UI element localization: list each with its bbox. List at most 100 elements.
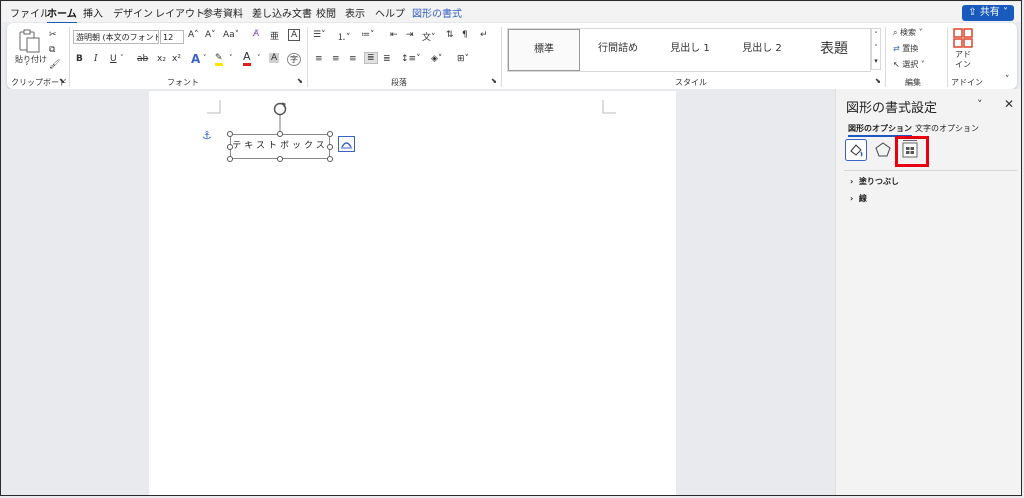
addins-button[interactable]: アド イン xyxy=(955,50,971,70)
font-color-icon[interactable]: A xyxy=(243,51,251,66)
resize-handle[interactable] xyxy=(227,131,233,137)
layout-options-icon[interactable] xyxy=(338,136,356,153)
resize-handle[interactable] xyxy=(227,144,233,150)
line-spacing-icon[interactable]: ↕≡˅ xyxy=(401,54,421,64)
find-button[interactable]: ⌕ 検索 ˅ xyxy=(893,27,923,38)
multilevel-list-icon[interactable]: ≔˅ xyxy=(361,30,375,40)
tab-view[interactable]: 表示 xyxy=(345,5,365,20)
numbering-icon[interactable]: ⒈˅ xyxy=(337,30,351,43)
resize-handle[interactable] xyxy=(327,131,333,137)
cut-icon[interactable]: ✂ xyxy=(49,30,57,40)
change-case-label: Aa xyxy=(223,30,235,40)
chevron-down-icon[interactable]: ˅ xyxy=(203,54,207,62)
clear-formatting-icon[interactable]: A̸ xyxy=(253,29,259,39)
highlight-box xyxy=(895,136,929,167)
superscript-icon[interactable]: x² xyxy=(172,54,181,64)
style-no-spacing[interactable]: 行間詰め xyxy=(582,29,654,71)
character-shading-icon[interactable]: A xyxy=(269,53,280,63)
effects-icon[interactable] xyxy=(875,142,891,158)
align-left-icon[interactable]: ≡ xyxy=(315,54,323,64)
section-fill[interactable]: › 塗りつぶし xyxy=(850,176,899,187)
tab-layout[interactable]: レイアウト xyxy=(155,5,205,20)
highlight-icon[interactable]: ✎ xyxy=(215,53,223,66)
font-name-combo[interactable]: 游明朝 (本文のフォント xyxy=(73,30,159,44)
enclose-characters-icon[interactable]: 字 xyxy=(287,53,301,66)
collapse-ribbon-icon[interactable]: ˅ xyxy=(1005,75,1010,85)
align-right-icon[interactable]: ≡ xyxy=(349,54,357,64)
tab-insert[interactable]: 挿入 xyxy=(83,5,103,20)
align-center-icon[interactable]: ≡ xyxy=(332,54,340,64)
style-heading-2[interactable]: 見出し 2 xyxy=(726,29,798,71)
fill-line-icon[interactable] xyxy=(845,139,867,161)
distributed-icon[interactable]: ≣ xyxy=(383,54,391,64)
tab-help[interactable]: ヘルプ xyxy=(375,5,405,20)
change-case-button[interactable]: Aa˅ xyxy=(223,30,239,40)
shrink-font-icon[interactable]: A˅ xyxy=(205,30,216,40)
select-button[interactable]: ↖ 選択 ˅ xyxy=(893,59,925,70)
divider xyxy=(947,27,948,87)
section-line[interactable]: › 線 xyxy=(850,193,867,204)
resize-handle[interactable] xyxy=(327,156,333,162)
chevron-down-icon: ˅ xyxy=(234,30,240,40)
document-canvas xyxy=(2,89,835,495)
pane-options-chevron-icon[interactable]: ˅ xyxy=(977,98,983,111)
underline-icon[interactable]: U xyxy=(110,54,117,64)
sort-icon[interactable]: ⇅ xyxy=(446,30,454,40)
grow-font-icon[interactable]: A˄ xyxy=(188,30,199,40)
tab-review[interactable]: 校閲 xyxy=(316,5,336,20)
bullets-icon[interactable]: ☰˅ xyxy=(313,30,326,40)
tab-text-options[interactable]: 文字のオプション xyxy=(915,123,979,134)
tab-file[interactable]: ファイル xyxy=(10,5,50,20)
show-hide-icon[interactable]: ¶ xyxy=(462,30,468,40)
tab-references[interactable]: 参考資料 xyxy=(203,5,243,20)
document-page[interactable] xyxy=(149,91,676,495)
resize-handle[interactable] xyxy=(327,144,333,150)
paste-chevron-icon[interactable]: ˅ xyxy=(25,63,29,71)
character-border-icon[interactable]: A xyxy=(288,29,301,41)
clipboard-launcher-icon[interactable]: ⬊ xyxy=(59,77,65,85)
justify-icon[interactable]: ≣ xyxy=(364,52,378,64)
replace-button[interactable]: ⇄ 置換 xyxy=(893,43,918,54)
text-effects-icon[interactable]: A xyxy=(191,52,200,66)
style-normal[interactable]: 標準 xyxy=(508,29,580,71)
copy-icon[interactable]: ⧉ xyxy=(49,45,55,55)
paragraph-launcher-icon[interactable]: ⬊ xyxy=(491,77,497,85)
tab-home[interactable]: ホーム xyxy=(47,5,77,24)
resize-handle[interactable] xyxy=(227,156,233,162)
cursor-icon: ↖ xyxy=(893,60,903,69)
font-launcher-icon[interactable]: ⬊ xyxy=(297,77,303,85)
text-direction-icon[interactable]: ↵ xyxy=(480,30,488,40)
style-title[interactable]: 表題 xyxy=(798,29,870,71)
shading-icon[interactable]: ◈˅ xyxy=(431,54,442,64)
paste-icon[interactable] xyxy=(17,28,41,54)
pane-title: 図形の書式設定 xyxy=(846,101,938,116)
addins-icon[interactable] xyxy=(953,28,973,48)
resize-handle[interactable] xyxy=(277,131,283,137)
borders-icon[interactable]: ⊞˅ xyxy=(457,54,469,64)
chevron-down-icon[interactable]: ˅ xyxy=(120,54,124,62)
paste-button[interactable]: 貼り付け xyxy=(15,54,47,65)
phonetic-guide-icon[interactable]: 亜 xyxy=(270,29,279,42)
chevron-down-icon[interactable]: ˅ xyxy=(229,54,233,62)
tab-mailings[interactable]: 差し込み文書 xyxy=(252,5,312,20)
asian-layout-icon[interactable]: 文˅ xyxy=(422,30,436,43)
chevron-down-icon[interactable]: ˅ xyxy=(257,54,261,62)
share-button[interactable]: ⇪ 共有 ˅ xyxy=(962,5,1014,21)
font-size-combo[interactable]: 12 xyxy=(160,30,184,44)
decrease-indent-icon[interactable]: ⇤ xyxy=(390,30,398,40)
tab-shape-options[interactable]: 図形のオプション xyxy=(848,123,912,137)
rotate-handle-icon[interactable] xyxy=(271,101,289,133)
styles-scroll[interactable]: ˄ ˅ ▾ xyxy=(871,28,881,70)
tab-design[interactable]: デザイン xyxy=(113,5,153,20)
close-icon[interactable]: ✕ xyxy=(1004,97,1014,111)
subscript-icon[interactable]: x₂ xyxy=(157,54,166,64)
format-painter-icon[interactable]: 🖌 xyxy=(49,60,60,70)
styles-launcher-icon[interactable]: ⬊ xyxy=(875,77,881,85)
style-heading-1[interactable]: 見出し 1 xyxy=(654,29,726,71)
bold-icon[interactable]: B xyxy=(76,54,83,64)
strikethrough-icon[interactable]: ab xyxy=(137,54,148,64)
italic-icon[interactable]: I xyxy=(94,54,98,64)
resize-handle[interactable] xyxy=(277,156,283,162)
increase-indent-icon[interactable]: ⇥ xyxy=(406,30,414,40)
tab-shape-format[interactable]: 図形の書式 xyxy=(412,5,462,20)
